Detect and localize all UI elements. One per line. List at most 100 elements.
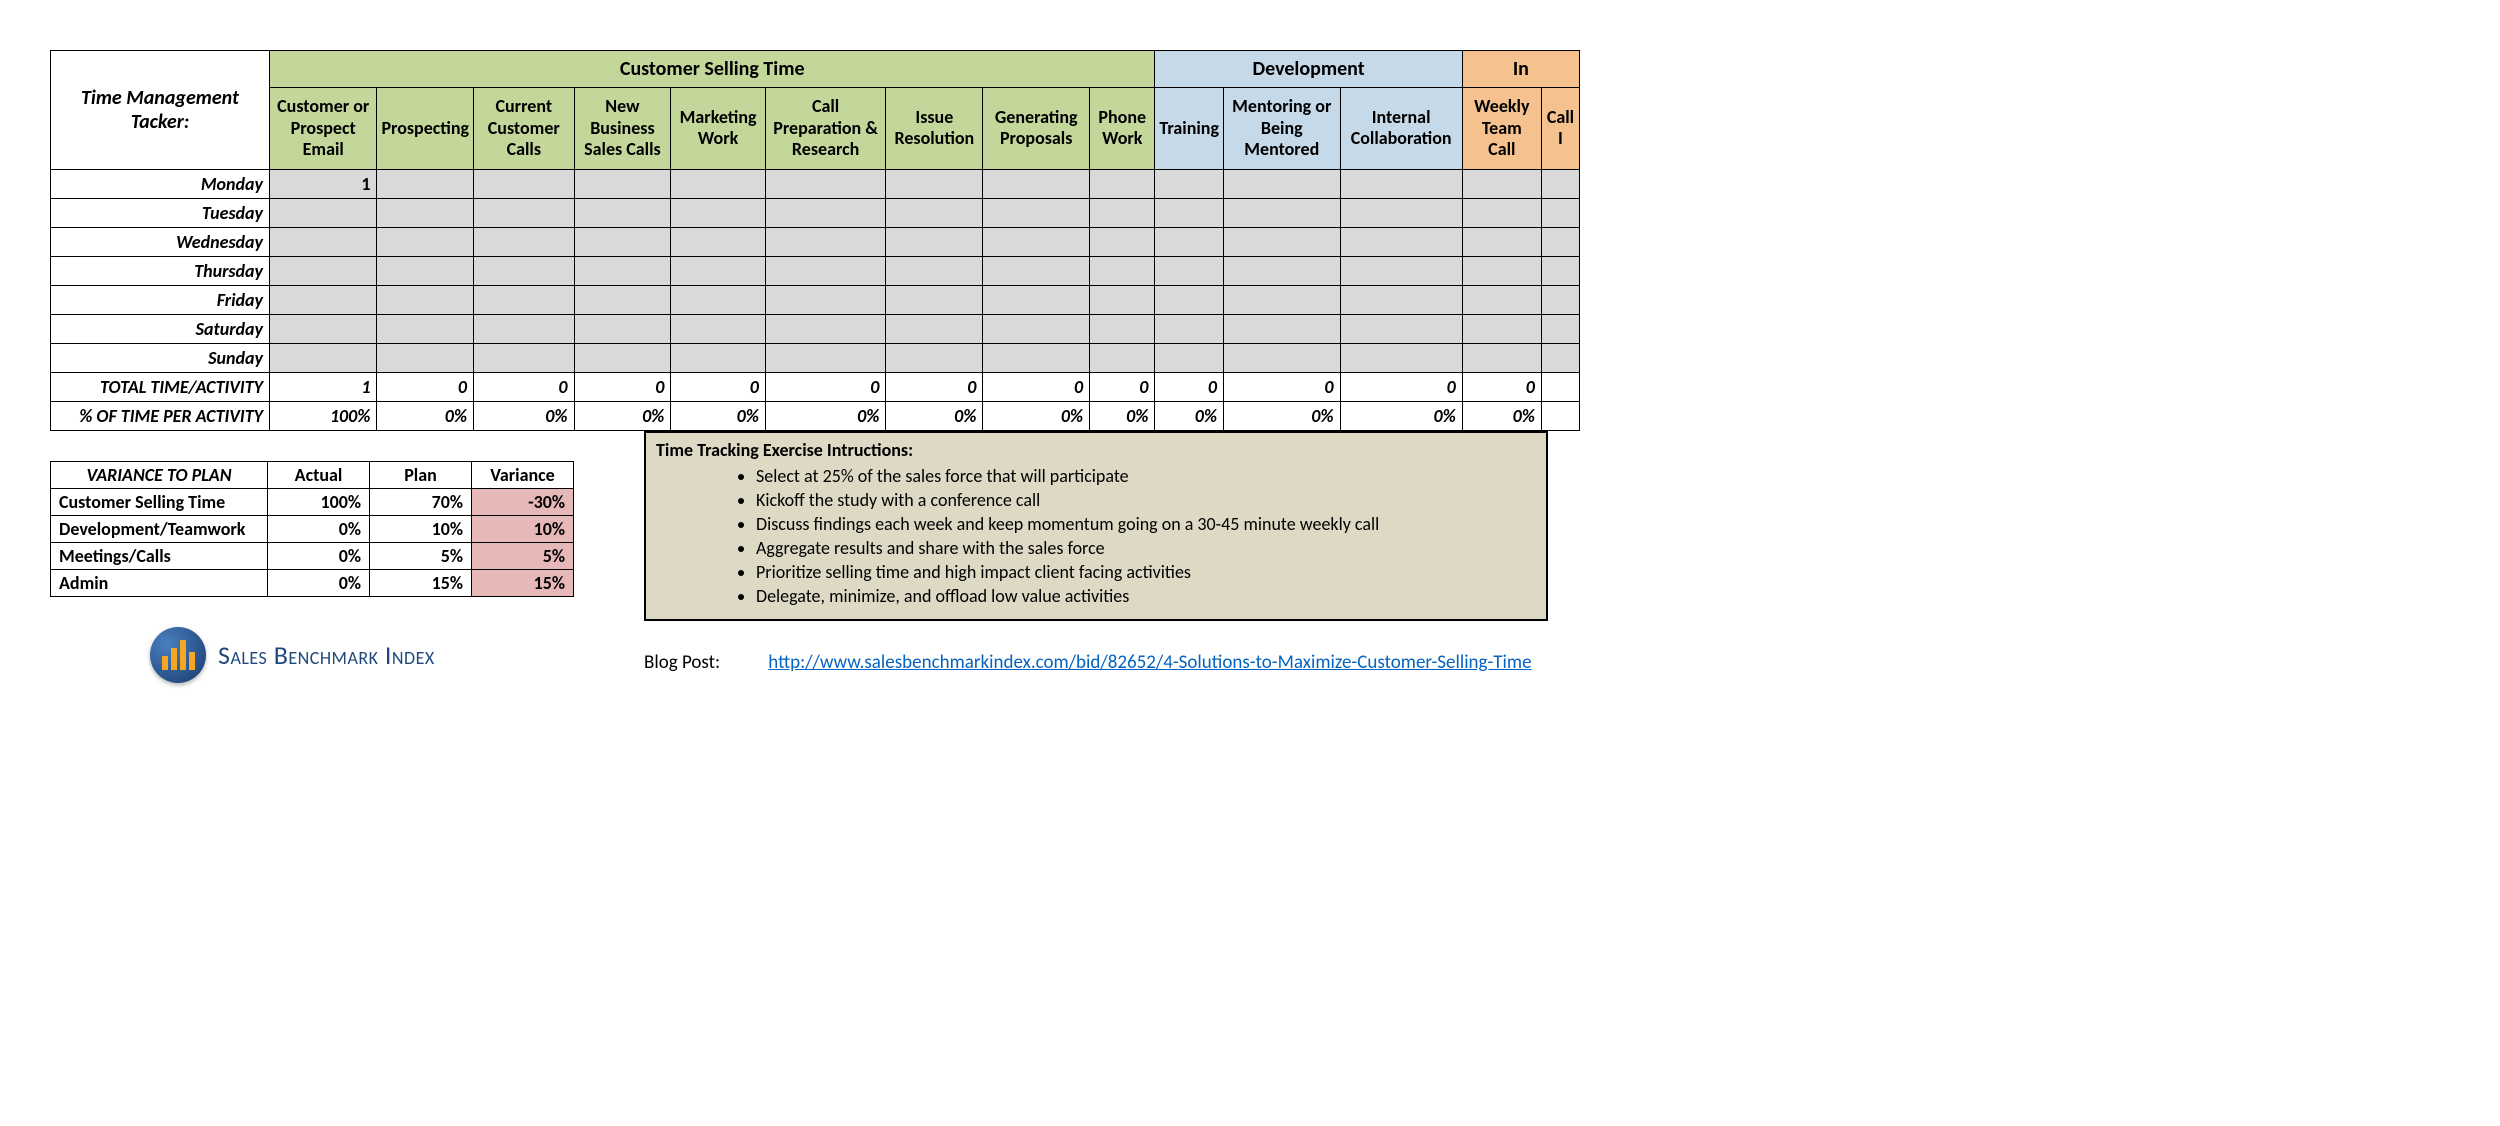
day-cell[interactable]: [886, 256, 983, 285]
day-cell[interactable]: [1155, 314, 1224, 343]
day-cell[interactable]: [270, 285, 377, 314]
day-cell[interactable]: [1155, 256, 1224, 285]
day-cell[interactable]: [671, 285, 766, 314]
day-cell[interactable]: [1224, 285, 1341, 314]
day-cell[interactable]: [1090, 169, 1155, 198]
day-cell[interactable]: [1155, 227, 1224, 256]
day-cell[interactable]: [1462, 314, 1541, 343]
day-cell[interactable]: [671, 256, 766, 285]
day-cell[interactable]: [474, 227, 574, 256]
day-cell[interactable]: [270, 227, 377, 256]
day-cell[interactable]: [765, 227, 885, 256]
day-cell[interactable]: [1541, 343, 1579, 372]
day-cell[interactable]: [474, 198, 574, 227]
day-cell[interactable]: [1541, 314, 1579, 343]
day-cell[interactable]: [1340, 227, 1462, 256]
day-cell[interactable]: [1462, 256, 1541, 285]
day-cell[interactable]: [1541, 285, 1579, 314]
day-cell[interactable]: [765, 198, 885, 227]
day-cell[interactable]: [1090, 314, 1155, 343]
day-cell[interactable]: [377, 314, 474, 343]
day-cell[interactable]: [886, 169, 983, 198]
day-cell[interactable]: [1224, 256, 1341, 285]
day-cell[interactable]: [574, 227, 671, 256]
day-cell[interactable]: [765, 169, 885, 198]
day-cell[interactable]: [983, 198, 1090, 227]
day-cell[interactable]: [1090, 285, 1155, 314]
day-cell[interactable]: [1090, 343, 1155, 372]
day-cell[interactable]: [574, 343, 671, 372]
day-cell[interactable]: [574, 198, 671, 227]
day-cell[interactable]: [671, 169, 766, 198]
day-cell[interactable]: [474, 169, 574, 198]
day-cell[interactable]: [671, 343, 766, 372]
day-cell[interactable]: [1340, 314, 1462, 343]
day-cell[interactable]: [983, 343, 1090, 372]
day-cell[interactable]: [671, 227, 766, 256]
day-cell[interactable]: [886, 314, 983, 343]
day-cell[interactable]: [377, 343, 474, 372]
blog-link[interactable]: http://www.salesbenchmarkindex.com/bid/8…: [768, 651, 1531, 674]
day-cell[interactable]: [1541, 227, 1579, 256]
day-cell[interactable]: [1340, 198, 1462, 227]
day-cell[interactable]: [983, 314, 1090, 343]
day-cell[interactable]: [474, 285, 574, 314]
day-cell[interactable]: [270, 343, 377, 372]
day-cell[interactable]: [765, 343, 885, 372]
day-cell[interactable]: [671, 198, 766, 227]
day-cell[interactable]: [1224, 227, 1341, 256]
day-cell[interactable]: [1224, 198, 1341, 227]
day-cell[interactable]: [765, 285, 885, 314]
day-cell[interactable]: [474, 343, 574, 372]
day-cell[interactable]: [1340, 343, 1462, 372]
day-cell[interactable]: [886, 227, 983, 256]
day-cell[interactable]: [1541, 198, 1579, 227]
day-cell[interactable]: [377, 169, 474, 198]
day-cell[interactable]: [574, 256, 671, 285]
day-cell[interactable]: [765, 314, 885, 343]
day-cell[interactable]: [1541, 256, 1579, 285]
day-cell[interactable]: [1462, 227, 1541, 256]
day-cell[interactable]: [377, 256, 474, 285]
day-cell[interactable]: [1224, 169, 1341, 198]
day-cell[interactable]: [886, 343, 983, 372]
day-cell[interactable]: [983, 227, 1090, 256]
day-cell[interactable]: [983, 169, 1090, 198]
day-cell[interactable]: [983, 256, 1090, 285]
instruction-item: Discuss findings each week and keep mome…: [756, 513, 1536, 535]
day-cell[interactable]: [1462, 285, 1541, 314]
day-cell[interactable]: [1340, 169, 1462, 198]
day-cell[interactable]: [1090, 198, 1155, 227]
day-cell[interactable]: [1155, 343, 1224, 372]
day-cell[interactable]: [1090, 256, 1155, 285]
day-cell[interactable]: [270, 256, 377, 285]
day-cell[interactable]: [574, 314, 671, 343]
day-cell[interactable]: [1340, 256, 1462, 285]
day-cell[interactable]: [574, 285, 671, 314]
day-cell[interactable]: [1090, 227, 1155, 256]
day-cell[interactable]: [377, 227, 474, 256]
day-cell[interactable]: [474, 314, 574, 343]
day-cell[interactable]: [1462, 343, 1541, 372]
day-cell[interactable]: [1340, 285, 1462, 314]
day-cell[interactable]: [1462, 198, 1541, 227]
day-cell[interactable]: [474, 256, 574, 285]
day-cell[interactable]: [1155, 285, 1224, 314]
day-cell[interactable]: 1: [270, 169, 377, 198]
day-cell[interactable]: [983, 285, 1090, 314]
day-cell[interactable]: [886, 198, 983, 227]
day-cell[interactable]: [1224, 314, 1341, 343]
day-cell[interactable]: [1541, 169, 1579, 198]
day-cell[interactable]: [1224, 343, 1341, 372]
day-cell[interactable]: [765, 256, 885, 285]
day-cell[interactable]: [886, 285, 983, 314]
day-cell[interactable]: [377, 285, 474, 314]
day-cell[interactable]: [671, 314, 766, 343]
day-cell[interactable]: [270, 198, 377, 227]
day-cell[interactable]: [1462, 169, 1541, 198]
day-cell[interactable]: [377, 198, 474, 227]
day-cell[interactable]: [574, 169, 671, 198]
day-cell[interactable]: [1155, 198, 1224, 227]
day-cell[interactable]: [270, 314, 377, 343]
day-cell[interactable]: [1155, 169, 1224, 198]
